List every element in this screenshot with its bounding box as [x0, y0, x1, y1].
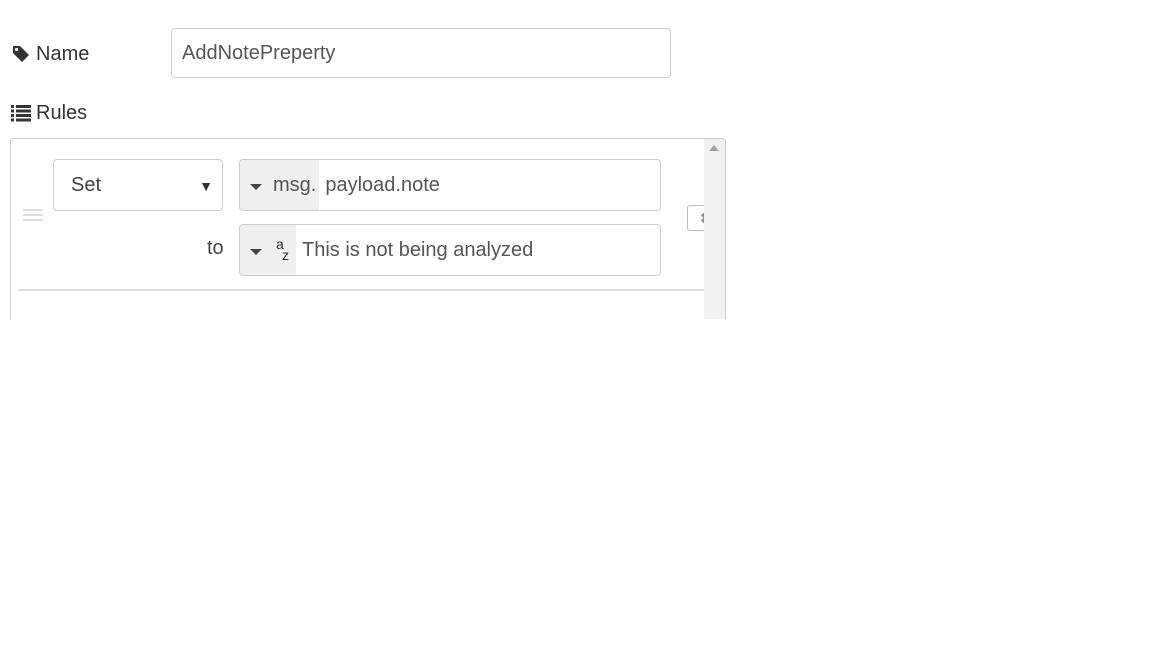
property-type-button[interactable]: msg.	[240, 160, 320, 210]
value-type-button[interactable]: az	[240, 225, 296, 275]
name-label: Name	[10, 43, 170, 66]
rule-action-value: Set	[71, 173, 102, 196]
property-typed-input[interactable]: msg. payload.note	[239, 159, 661, 211]
name-input[interactable]	[171, 28, 671, 78]
string-type-icon: az	[276, 236, 289, 263]
rule-value[interactable]: This is not being analyzed	[296, 225, 533, 275]
caret-down-icon	[250, 183, 262, 190]
rules-scrollbar[interactable]	[704, 139, 725, 319]
tag-icon	[10, 43, 32, 65]
rules-list[interactable]: Set ▼ msg. payload.note to az This is no…	[10, 138, 726, 319]
row-divider	[19, 289, 707, 291]
chevron-down-icon: ▼	[199, 178, 213, 194]
scroll-up-arrow-icon[interactable]	[709, 145, 719, 151]
list-icon	[10, 102, 32, 124]
property-value[interactable]: payload.note	[319, 160, 440, 210]
rule-action-select[interactable]: Set ▼	[53, 159, 223, 211]
name-label-text: Name	[36, 42, 90, 65]
caret-down-icon	[250, 248, 262, 255]
name-row: Name	[10, 28, 170, 80]
rules-label: Rules	[10, 102, 87, 125]
drag-handle-icon[interactable]	[23, 209, 43, 224]
value-typed-input[interactable]: az This is not being analyzed	[239, 224, 661, 276]
editor-panel: Name Rules	[0, 0, 1152, 319]
rules-label-text: Rules	[36, 101, 88, 124]
to-label: to	[207, 237, 224, 259]
rules-row: Rules	[10, 96, 87, 130]
property-type-prefix: msg.	[273, 173, 317, 196]
